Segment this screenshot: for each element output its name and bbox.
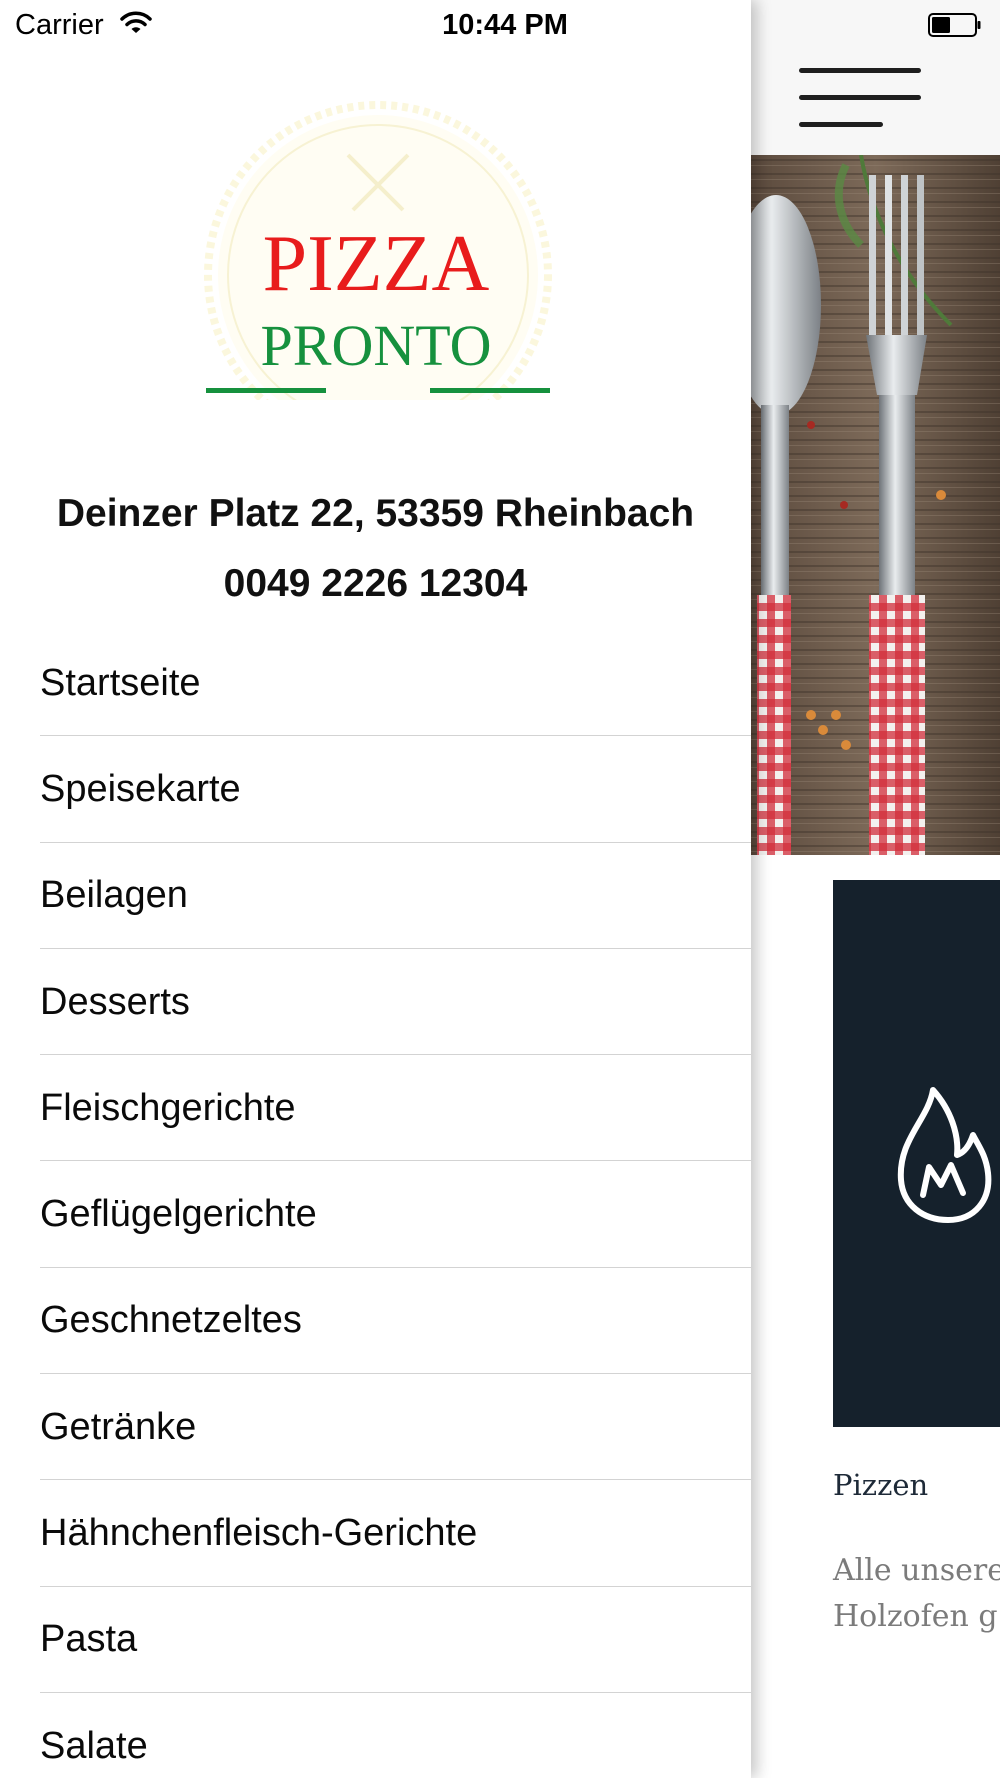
feature-text-line: Alle unsere <box>833 1553 1000 1588</box>
restaurant-address: Deinzer Platz 22, 53359 Rheinbach <box>56 492 695 535</box>
feature-card[interactable] <box>833 880 1000 1427</box>
feature-text-line: Holzofen g <box>833 1599 998 1634</box>
hamburger-menu-button[interactable] <box>799 64 925 134</box>
menu-item-pasta[interactable]: Pasta <box>0 1587 751 1694</box>
hamburger-icon <box>799 68 921 73</box>
menu-item-speisekarte[interactable]: Speisekarte <box>0 736 751 843</box>
menu-item-beilagen[interactable]: Beilagen <box>0 843 751 950</box>
feature-description: Alle unsere Holzofen g <box>833 1548 1000 1640</box>
pizza-pronto-logo: PIZZA PRONTO <box>204 101 552 400</box>
menu-item-haehnchenfleisch-gerichte[interactable]: Hähnchenfleisch-Gerichte <box>0 1480 751 1587</box>
navigation-drawer: Carrier 10:44 PM PIZZA PRONTO Deinzer Pl… <box>0 0 751 1778</box>
main-content-panel: Pizzen Alle unsere Holzofen g <box>751 0 1000 1778</box>
menu-item-fleischgerichte[interactable]: Fleischgerichte <box>0 1055 751 1162</box>
menu-item-salate[interactable]: Salate <box>0 1693 751 1778</box>
menu-item-geschnetzeltes[interactable]: Geschnetzeltes <box>0 1268 751 1375</box>
logo-text-pronto: PRONTO <box>261 313 492 378</box>
feature-title: Pizzen <box>833 1468 929 1502</box>
status-time: 10:44 PM <box>442 9 568 41</box>
restaurant-phone[interactable]: 0049 2226 12304 <box>0 562 751 606</box>
menu-item-getraenke[interactable]: Getränke <box>0 1374 751 1481</box>
menu-list: Startseite Speisekarte Beilagen Desserts… <box>0 630 751 1778</box>
logo-text-pizza: PIZZA <box>263 220 490 308</box>
menu-item-gefluegelgerichte[interactable]: Geflügelgerichte <box>0 1161 751 1269</box>
menu-item-startseite[interactable]: Startseite <box>0 630 751 737</box>
cutlery-hero-image <box>751 155 1000 855</box>
menu-item-desserts[interactable]: Desserts <box>0 949 751 1056</box>
flame-icon <box>897 1087 992 1223</box>
